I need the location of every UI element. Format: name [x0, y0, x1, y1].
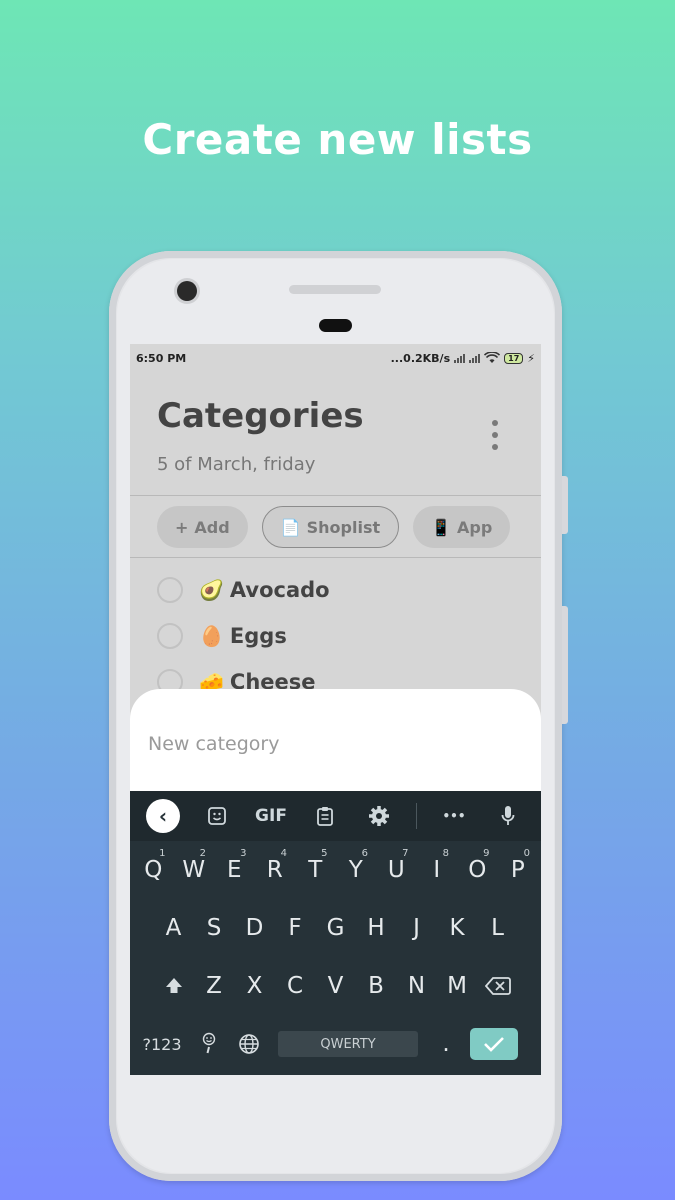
key-k[interactable]: K	[437, 899, 478, 957]
egg-icon: 🥚	[199, 624, 224, 648]
key-row-4: ?123 QWERTY .	[130, 1015, 541, 1073]
symbols-key[interactable]: ?123	[136, 1015, 188, 1073]
key-w[interactable]: W2	[174, 841, 215, 899]
signal-icon	[454, 353, 466, 363]
key-l[interactable]: L	[477, 899, 518, 957]
space-key[interactable]: QWERTY	[278, 1031, 418, 1057]
checkmark-icon[interactable]	[470, 1028, 518, 1060]
key-p[interactable]: P0	[498, 841, 539, 899]
key-q[interactable]: Q1	[133, 841, 174, 899]
backspace-icon[interactable]	[477, 957, 518, 1015]
checkbox-circle[interactable]	[157, 623, 183, 649]
divider-bottom	[130, 557, 541, 558]
key-e[interactable]: E3	[214, 841, 255, 899]
shift-icon[interactable]	[153, 957, 194, 1015]
earpiece-speaker	[289, 285, 381, 294]
key-t[interactable]: T5	[295, 841, 336, 899]
checkbox-circle[interactable]	[157, 577, 183, 603]
volume-button	[562, 476, 568, 534]
gif-button[interactable]: GIF	[254, 799, 288, 833]
plus-icon: +	[175, 517, 189, 537]
status-bar: 6:50 PM ...0.2KB/s 17 ⚡	[130, 344, 541, 372]
soft-keyboard: ‹ GIF ••• Q1 W2 E3 R4 T5 Y6 U7 I 8 O 9 P…	[130, 791, 541, 1075]
chip-label: Shoplist	[306, 517, 381, 537]
key-h[interactable]: H	[356, 899, 397, 957]
phone-screen: 6:50 PM ...0.2KB/s 17 ⚡ Categories 5 of …	[130, 344, 541, 1075]
key-r[interactable]: R4	[255, 841, 296, 899]
microphone-icon[interactable]	[491, 799, 525, 833]
toolbar-separator	[416, 803, 417, 829]
category-chips: + Add 📄 Shoplist 📱 App	[157, 506, 511, 548]
key-row-1: Q1 W2 E3 R4 T5 Y6 U7 I8 O9 P0	[130, 841, 541, 899]
power-button	[562, 606, 568, 724]
more-icon[interactable]: •••	[437, 799, 471, 833]
period-key[interactable]: .	[434, 1015, 458, 1073]
charging-icon: ⚡	[527, 351, 535, 365]
chip-label: App	[457, 517, 493, 537]
key-b[interactable]: B	[356, 957, 397, 1015]
chip-app[interactable]: 📱 App	[413, 506, 511, 548]
key-m[interactable]: M	[437, 957, 478, 1015]
key-f[interactable]: F	[275, 899, 316, 957]
key-a[interactable]: A	[153, 899, 194, 957]
document-icon: 📄	[280, 517, 301, 537]
clipboard-icon[interactable]	[308, 799, 342, 833]
key-v[interactable]: V	[315, 957, 356, 1015]
key-d[interactable]: D	[234, 899, 275, 957]
key-o[interactable]: O9	[457, 841, 498, 899]
status-time: 6:50 PM	[136, 351, 187, 365]
proximity-sensor	[319, 319, 352, 332]
key-c[interactable]: C	[275, 957, 316, 1015]
chip-add[interactable]: + Add	[157, 506, 248, 548]
key-j[interactable]: J	[396, 899, 437, 957]
settings-gear-icon[interactable]	[362, 799, 396, 833]
more-options-icon[interactable]	[488, 420, 502, 450]
key-x[interactable]: X	[234, 957, 275, 1015]
chip-label: Add	[194, 517, 230, 537]
list-item[interactable]: 🥑 Avocado	[157, 577, 330, 603]
list-item[interactable]: 🥚 Eggs	[157, 623, 287, 649]
key-u[interactable]: U7	[376, 841, 417, 899]
phone-icon: 📱	[431, 517, 452, 537]
page-date: 5 of March, friday	[157, 454, 316, 475]
divider-top	[130, 495, 541, 496]
key-s[interactable]: S	[194, 899, 235, 957]
key-z[interactable]: Z	[194, 957, 235, 1015]
network-speed: ...0.2KB/s	[390, 351, 451, 365]
new-category-input[interactable]	[148, 733, 518, 755]
front-camera	[177, 281, 197, 301]
page-title: Categories	[157, 396, 364, 436]
new-category-sheet	[130, 689, 541, 799]
item-label: Eggs	[229, 624, 287, 648]
key-y[interactable]: Y6	[336, 841, 377, 899]
avocado-icon: 🥑	[199, 578, 224, 602]
key-n[interactable]: N	[396, 957, 437, 1015]
key-row-2: A S D F G H J K L	[130, 899, 541, 957]
emoji-icon[interactable]	[188, 1015, 230, 1073]
chip-shoplist[interactable]: 📄 Shoplist	[261, 506, 400, 548]
wifi-icon	[484, 352, 501, 363]
sticker-icon[interactable]	[200, 799, 234, 833]
item-label: Avocado	[229, 578, 330, 602]
battery-icon: 17	[504, 352, 524, 364]
key-row-3: Z X C V B N M	[130, 957, 541, 1015]
key-i[interactable]: I8	[417, 841, 458, 899]
page-headline: Create new lists	[142, 115, 533, 164]
signal-icon-2	[469, 353, 481, 363]
key-g[interactable]: G	[315, 899, 356, 957]
globe-icon[interactable]	[230, 1015, 268, 1073]
keyboard-toolbar: ‹ GIF •••	[130, 791, 541, 841]
status-icons: ...0.2KB/s 17 ⚡	[391, 352, 535, 365]
back-icon[interactable]: ‹	[146, 799, 180, 833]
